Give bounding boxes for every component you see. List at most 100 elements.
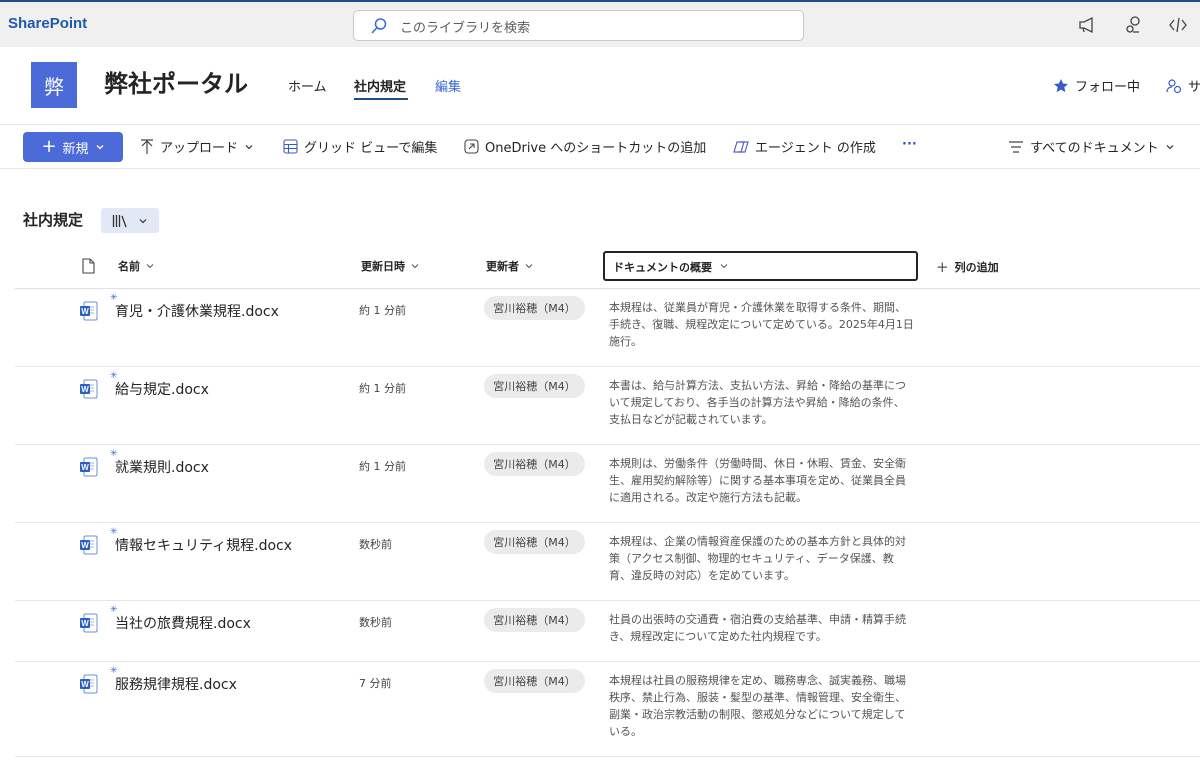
chevron-down-icon [720, 264, 728, 269]
add-column-button[interactable]: + 列の追加 [936, 258, 999, 276]
author-pill[interactable]: 宮川裕穂（M4） [484, 669, 585, 693]
code-icon[interactable] [1167, 14, 1189, 36]
modified-time: 数秒前 [359, 616, 392, 629]
document-summary: 本規則は、労働条件（労働時間、休日・休暇、賃金、安全衛生、雇用契約解除等）に関す… [609, 457, 906, 504]
author-pill[interactable]: 宮川裕穂（M4） [484, 296, 585, 320]
table-row[interactable]: W ✳ 就業規則.docx 約 1 分前 宮川裕穂（M4） 本規則は、労働条件（… [15, 445, 1200, 523]
document-summary: 本書は、給与計算方法、支払い方法、昇給・降給の基準について規定しており、各手当の… [609, 379, 906, 426]
chevron-down-icon [1166, 144, 1174, 149]
modified-time: 約 1 分前 [359, 460, 406, 473]
nav-active-indicator [354, 98, 408, 100]
megaphone-icon[interactable] [1076, 14, 1098, 36]
author-pill[interactable]: 宮川裕穂（M4） [484, 374, 585, 398]
follow-label: フォロー中 [1075, 80, 1141, 95]
add-column-label: 列の追加 [954, 261, 999, 274]
upload-button[interactable]: アップロード [140, 137, 254, 156]
create-agent-label: エージェント の作成 [755, 141, 876, 156]
follow-button[interactable]: フォロー中 [1053, 76, 1140, 95]
file-name[interactable]: 給与規定.docx [115, 379, 209, 399]
modified-time: 約 1 分前 [359, 304, 406, 317]
column-header-modified-by[interactable]: 更新者 [486, 258, 533, 274]
svg-text:W: W [81, 619, 89, 628]
chevron-down-icon [245, 144, 253, 149]
table-row[interactable]: W ✳ 給与規定.docx 約 1 分前 宮川裕穂（M4） 本書は、給与計算方法… [15, 367, 1200, 445]
search-placeholder: このライブラリを検索 [400, 21, 531, 36]
svg-text:W: W [81, 541, 89, 550]
document-summary: 社員の出張時の交通費・宿泊費の支給基準、申請・精算手続き、規程改定について定めた… [609, 613, 906, 643]
view-selector[interactable]: すべてのドキュメント [1008, 137, 1175, 156]
chevron-down-icon [96, 145, 104, 150]
chevron-down-icon [525, 264, 533, 269]
view-switcher[interactable] [101, 208, 159, 233]
nav-current[interactable]: 社内規定 [354, 76, 406, 95]
upload-label: アップロード [160, 141, 239, 156]
svg-text:W: W [81, 385, 89, 394]
svg-text:W: W [81, 463, 89, 472]
nav-edit[interactable]: 編集 [435, 76, 461, 95]
suite-bar: SharePoint このライブラリを検索 [0, 0, 1200, 47]
column-summary-label: ドキュメントの概要 [613, 261, 712, 274]
table-row[interactable]: W ✳ 育児・介護休業規程.docx 約 1 分前 宮川裕穂（M4） 本規程は、… [15, 289, 1200, 367]
author-pill[interactable]: 宮川裕穂（M4） [484, 608, 585, 632]
site-logo[interactable]: 弊 [31, 62, 77, 108]
new-button[interactable]: + 新規 [23, 132, 123, 162]
create-agent-button[interactable]: エージェント の作成 [733, 137, 876, 156]
chevron-down-icon [146, 264, 154, 269]
word-document-icon: W [80, 535, 98, 555]
site-access-label: サ [1188, 80, 1200, 95]
column-header-modified[interactable]: 更新日時 [361, 258, 419, 274]
search-input[interactable]: このライブラリを検索 [353, 10, 804, 41]
modified-time: 約 1 分前 [359, 382, 406, 395]
command-bar: + 新規 アップロード グリッド ビューで編集 OneDrive へのショートカ… [0, 124, 1200, 169]
chevron-down-icon [139, 218, 147, 223]
word-document-icon: W [80, 301, 98, 321]
author-pill[interactable]: 宮川裕穂（M4） [484, 452, 585, 476]
star-icon [1054, 78, 1068, 92]
view-selector-label: すべてのドキュメント [1030, 141, 1159, 156]
list-view-icon [1009, 140, 1023, 153]
grid-edit-button[interactable]: グリッド ビューで編集 [283, 137, 437, 156]
site-title[interactable]: 弊社ポータル [104, 64, 248, 99]
table-row[interactable]: W ✳ 情報セキュリティ規程.docx 数秒前 宮川裕穂（M4） 本規程は、企業… [15, 523, 1200, 601]
file-type-icon[interactable] [82, 258, 95, 274]
document-summary: 本規程は社員の服務規律を定め、職務専念、誠実義務、職場秩序、禁止行為、服装・髪型… [609, 674, 906, 738]
column-name-label: 名前 [118, 260, 140, 273]
more-options-button[interactable]: ··· [902, 137, 917, 152]
file-name[interactable]: 情報セキュリティ規程.docx [115, 535, 292, 555]
column-modified-by-label: 更新者 [486, 260, 519, 273]
upload-arrow-icon [141, 138, 153, 154]
settings-share-icon[interactable] [1122, 14, 1144, 36]
word-document-icon: W [80, 674, 98, 694]
svg-text:W: W [81, 307, 89, 316]
plus-icon: + [936, 258, 949, 276]
word-document-icon: W [80, 379, 98, 399]
svg-text:W: W [81, 680, 89, 689]
table-row[interactable]: W ✳ 服務規律規程.docx 7 分前 宮川裕穂（M4） 本規程は社員の服務規… [15, 662, 1200, 757]
author-pill[interactable]: 宮川裕穂（M4） [484, 530, 585, 554]
file-name[interactable]: 就業規則.docx [115, 457, 209, 477]
sharepoint-brand[interactable]: SharePoint [8, 15, 87, 32]
nav-home[interactable]: ホーム [288, 76, 327, 95]
document-summary: 本規程は、従業員が育児・介護休業を取得する条件、期間、手続き、復職、規程改定につ… [609, 301, 914, 348]
library-title: 社内規定 [23, 211, 84, 229]
search-icon [371, 18, 387, 34]
shortcut-icon [464, 139, 479, 154]
people-icon [1166, 78, 1182, 93]
copilot-agent-icon [733, 140, 749, 153]
modified-time: 7 分前 [359, 677, 392, 690]
onedrive-shortcut-button[interactable]: OneDrive へのショートカットの追加 [464, 137, 706, 156]
file-name[interactable]: 服務規律規程.docx [115, 674, 237, 694]
column-header-name[interactable]: 名前 [118, 258, 154, 274]
plus-icon: + [41, 136, 57, 157]
word-document-icon: W [80, 457, 98, 477]
column-header-summary[interactable]: ドキュメントの概要 [603, 251, 918, 281]
new-label: 新規 [62, 141, 89, 157]
file-name[interactable]: 当社の旅費規程.docx [115, 613, 251, 633]
grid-icon [283, 139, 298, 154]
table-row[interactable]: W ✳ 当社の旅費規程.docx 数秒前 宮川裕穂（M4） 社員の出張時の交通費… [15, 601, 1200, 662]
file-name[interactable]: 育児・介護休業規程.docx [115, 301, 279, 321]
site-access-button[interactable]: サ [1166, 76, 1200, 95]
column-modified-label: 更新日時 [361, 260, 405, 273]
word-document-icon: W [80, 613, 98, 633]
document-summary: 本規程は、企業の情報資産保護のための基本方針と具体的対策（アクセス制御、物理的セ… [609, 535, 906, 582]
